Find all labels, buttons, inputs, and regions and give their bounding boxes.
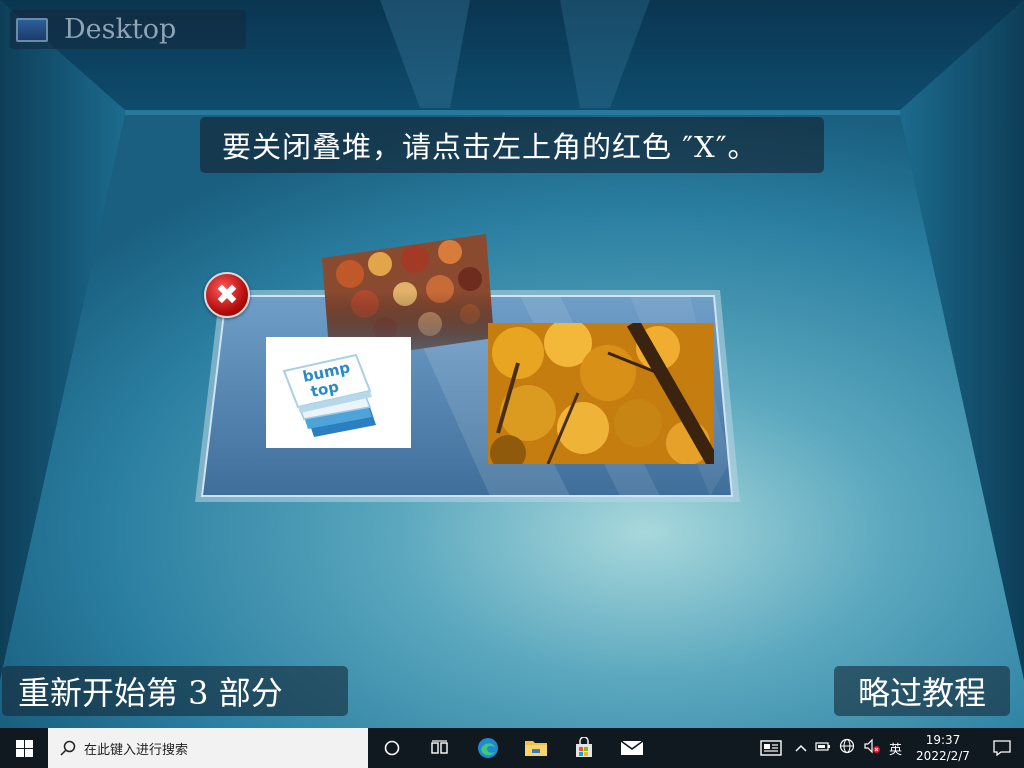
bumptop-logo-image[interactable]: bump top [266, 337, 411, 448]
desktop-label-text: Desktop [64, 14, 177, 45]
globe-icon [839, 738, 855, 754]
battery-indicator[interactable] [811, 740, 835, 756]
restart-section-label: 重新开始第 3 部分 [18, 674, 283, 712]
battery-icon [815, 742, 830, 751]
task-view-icon [431, 740, 448, 754]
clock-time: 19:37 [925, 733, 961, 747]
file-explorer-button[interactable] [512, 728, 560, 768]
chevron-up-icon [795, 744, 807, 752]
close-icon: ✖ [215, 278, 239, 311]
folder-icon [525, 741, 547, 756]
mail-button[interactable] [608, 728, 656, 768]
notification-icon [993, 740, 1011, 756]
edge-icon [478, 738, 498, 758]
action-center-button[interactable] [980, 728, 1024, 768]
cortana-button[interactable] [368, 728, 416, 768]
search-placeholder: 在此键入进行搜索 [84, 742, 189, 758]
task-view-button[interactable] [416, 728, 464, 768]
restart-section-button[interactable]: 重新开始第 3 部分 [2, 666, 348, 716]
clock-date: 2022/2/7 [916, 749, 970, 763]
skip-tutorial-button[interactable]: 略过教程 [834, 666, 1010, 716]
store-bag-icon [576, 737, 592, 757]
volume-indicator[interactable] [859, 738, 885, 758]
volume-muted-icon [864, 738, 880, 754]
system-tray: 英 19:37 2022/2/7 [751, 728, 1024, 768]
start-button[interactable] [0, 728, 48, 768]
autumn-tree-photo[interactable] [488, 323, 714, 464]
search-icon [60, 740, 76, 756]
network-indicator[interactable] [835, 738, 859, 758]
mail-icon [620, 740, 644, 755]
clock[interactable]: 19:37 2022/2/7 [906, 732, 980, 764]
news-icon [760, 740, 782, 756]
microsoft-store-button[interactable] [560, 728, 608, 768]
taskbar: 在此键入进行搜索 英 19:37 2022/2/7 [0, 728, 1024, 768]
news-button[interactable] [751, 728, 791, 768]
cortana-circle-icon [384, 740, 400, 756]
edge-browser-button[interactable] [464, 728, 512, 768]
tutorial-instruction: 要关闭叠堆，请点击左上角的红色 ″X″。 [200, 117, 824, 173]
monitor-icon [16, 17, 48, 42]
skip-tutorial-label: 略过教程 [857, 674, 986, 712]
tray-overflow-button[interactable] [791, 741, 811, 756]
desktop-label[interactable]: Desktop [10, 10, 246, 49]
windows-logo-icon [15, 739, 33, 757]
tutorial-instruction-text: 要关闭叠堆，请点击左上角的红色 ″X″。 [222, 130, 758, 164]
taskbar-search-box[interactable]: 在此键入进行搜索 [48, 728, 368, 768]
pile-close-button[interactable]: ✖ [204, 272, 250, 318]
input-method-indicator[interactable]: 英 [885, 739, 906, 758]
